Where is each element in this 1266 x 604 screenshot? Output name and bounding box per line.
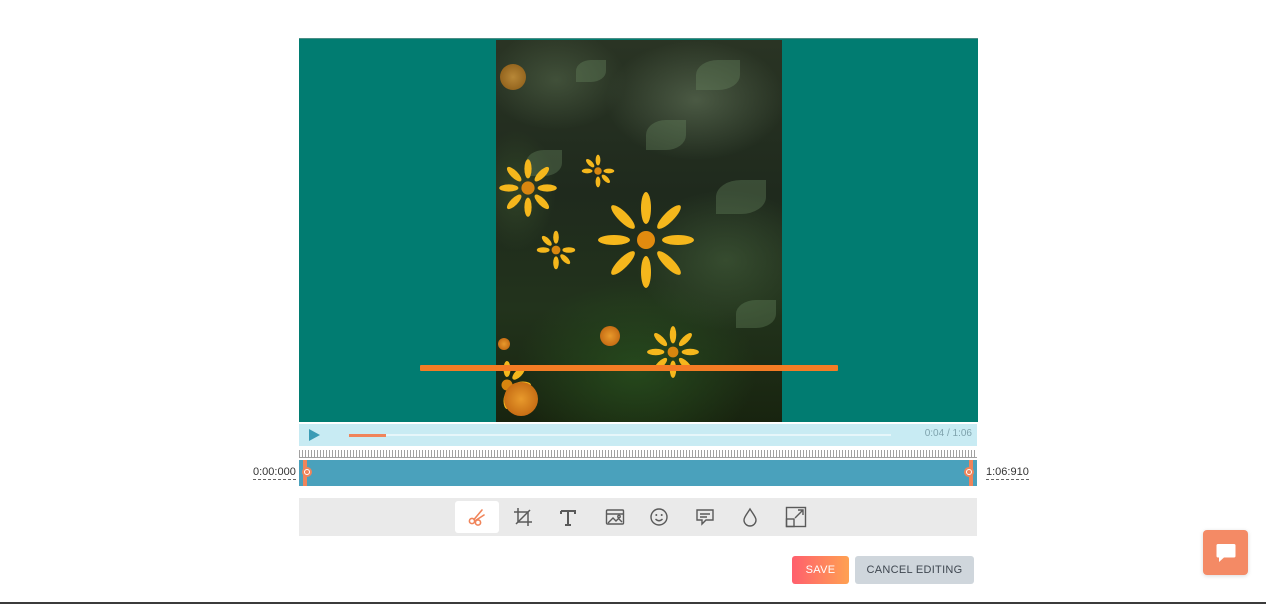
trim-start-time[interactable]: 0:00:000 [253, 466, 296, 480]
tool-crop[interactable] [501, 501, 545, 533]
time-separator: / [944, 428, 953, 439]
duration: 1:06 [952, 428, 972, 439]
resize-icon [785, 506, 807, 528]
text-icon [560, 510, 576, 526]
chat-icon [1216, 543, 1235, 562]
marigold-icon [600, 326, 620, 346]
trim-end-handle[interactable] [964, 467, 974, 477]
edit-toolbar [299, 498, 977, 536]
tool-cut[interactable] [455, 501, 499, 533]
seek-progress [349, 433, 386, 437]
time-display: 0:04 / 1:06 [925, 428, 972, 439]
playback-progress-overlay [420, 365, 838, 371]
tool-text[interactable] [546, 501, 590, 533]
current-time: 0:04 [924, 428, 945, 439]
speech-bubble-icon [696, 509, 714, 526]
marigold-icon [498, 338, 510, 350]
cut-icon [468, 509, 485, 526]
cancel-editing-button[interactable]: CANCEL EDITING [855, 556, 974, 584]
yellow-flower-icon [598, 192, 694, 288]
yellow-flower-icon [536, 230, 576, 270]
tool-sticker[interactable] [637, 501, 681, 533]
trim-range-track[interactable] [299, 460, 977, 486]
tool-image[interactable] [593, 501, 637, 533]
tool-resize[interactable] [774, 501, 818, 533]
play-icon [309, 429, 320, 441]
timeline-ruler [299, 450, 977, 458]
trim-start-handle[interactable] [302, 467, 312, 477]
emoji-icon [650, 508, 668, 526]
drop-icon [743, 507, 757, 527]
frame-top-border [299, 38, 978, 39]
crop-icon [514, 508, 532, 526]
trim-end-time[interactable]: 1:06:910 [986, 466, 1029, 480]
trim-selection[interactable] [302, 460, 974, 486]
save-button[interactable]: SAVE [792, 556, 849, 584]
tool-callout[interactable] [683, 501, 727, 533]
tool-filter[interactable] [728, 501, 772, 533]
yellow-flower-icon [581, 154, 615, 188]
video-preview[interactable] [299, 38, 978, 422]
chat-widget-button[interactable] [1203, 530, 1248, 575]
yellow-flower-icon [499, 159, 557, 217]
player-controls: 0:04 / 1:06 [299, 424, 977, 446]
play-button[interactable] [307, 428, 321, 442]
marigold-icon [500, 64, 526, 90]
marigold-icon [504, 382, 538, 416]
seek-bar[interactable] [349, 433, 891, 437]
image-icon [605, 509, 625, 525]
